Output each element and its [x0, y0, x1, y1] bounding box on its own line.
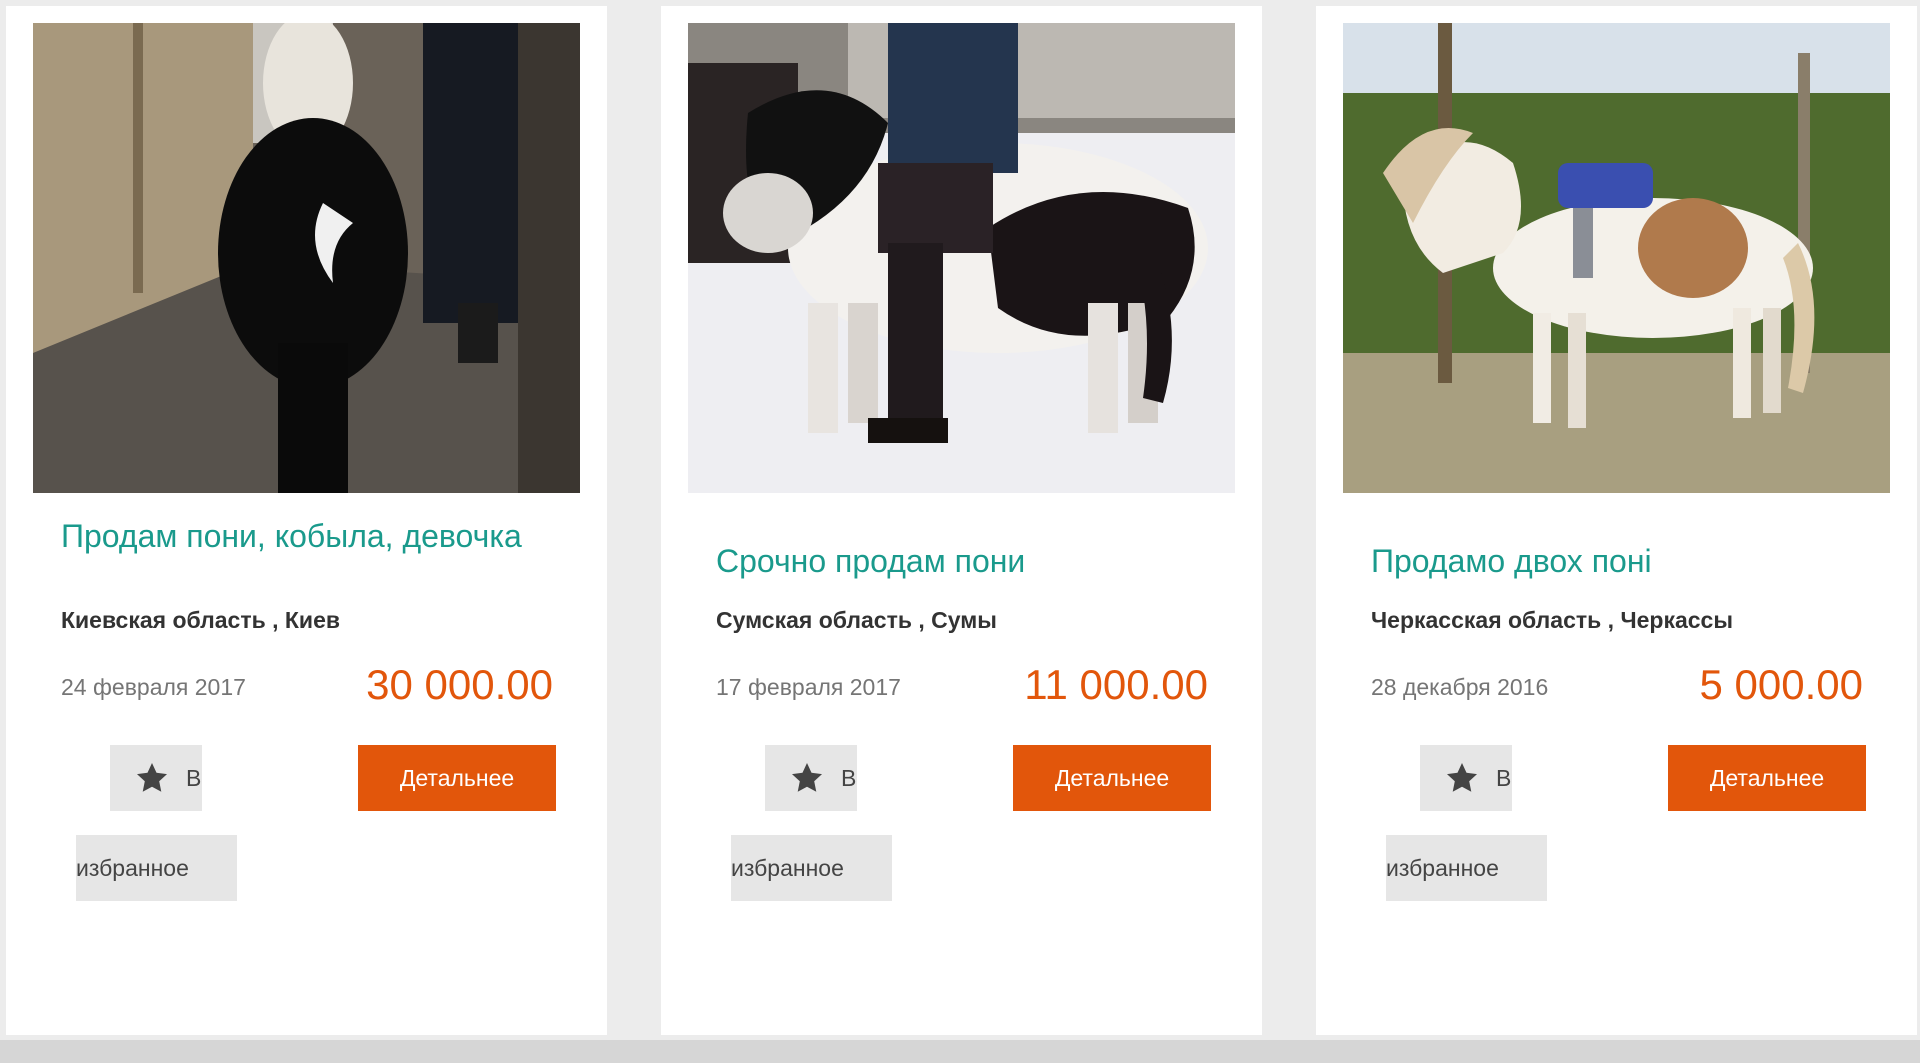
favorite-label-text: избранное [1386, 855, 1499, 881]
favorite-label-part2[interactable]: избранное [76, 835, 237, 901]
add-to-favorites-button[interactable]: В [765, 745, 857, 811]
favorite-label-part1: В [1496, 765, 1512, 791]
add-to-favorites-button[interactable]: В [110, 745, 202, 811]
pony-photo-black [33, 23, 580, 493]
listing-date: 17 февраля 2017 [716, 674, 901, 700]
listing-date: 24 февраля 2017 [61, 674, 246, 700]
favorite-label-part1: В [841, 765, 857, 791]
add-to-favorites-button[interactable]: В [1420, 745, 1512, 811]
listing-photo[interactable] [33, 23, 580, 493]
listing-card: Продам пони, кобыла, девочка Киевская об… [6, 6, 607, 1035]
favorite-label-part2[interactable]: избранное [731, 835, 892, 901]
listing-price: 5 000.00 [1699, 661, 1864, 708]
listing-location: Киевская область , Киев [61, 607, 340, 633]
details-button[interactable]: Детальнее [358, 745, 556, 811]
favorite-label-text: избранное [731, 855, 844, 881]
listing-photo[interactable] [688, 23, 1235, 493]
listing-card: Продамо двох поні Черкасская область , Ч… [1316, 6, 1917, 1035]
listing-card: Срочно продам пони Сумская область , Сум… [661, 6, 1262, 1035]
details-button[interactable]: Детальнее [1013, 745, 1211, 811]
page-bottom-divider [0, 1040, 1920, 1063]
star-icon [137, 763, 167, 792]
pony-photo-pinto-snow [688, 23, 1235, 493]
listing-photo[interactable] [1343, 23, 1890, 493]
pony-photo-brown-white [1343, 23, 1890, 493]
listing-price: 30 000.00 [366, 661, 553, 708]
listing-title[interactable]: Продам пони, кобыла, девочка [61, 511, 561, 561]
listing-location: Черкасская область , Черкассы [1371, 607, 1733, 633]
listing-price: 11 000.00 [1024, 661, 1208, 708]
favorite-label-part2[interactable]: избранное [1386, 835, 1547, 901]
star-icon [1447, 763, 1477, 792]
favorite-label-text: избранное [76, 855, 189, 881]
star-icon [792, 763, 822, 792]
listing-location: Сумская область , Сумы [716, 607, 997, 633]
listing-title[interactable]: Продамо двох поні [1371, 536, 1871, 586]
listing-date: 28 декабря 2016 [1371, 674, 1549, 700]
details-button[interactable]: Детальнее [1668, 745, 1866, 811]
listing-title[interactable]: Срочно продам пони [716, 536, 1216, 586]
favorite-label-part1: В [186, 765, 202, 791]
